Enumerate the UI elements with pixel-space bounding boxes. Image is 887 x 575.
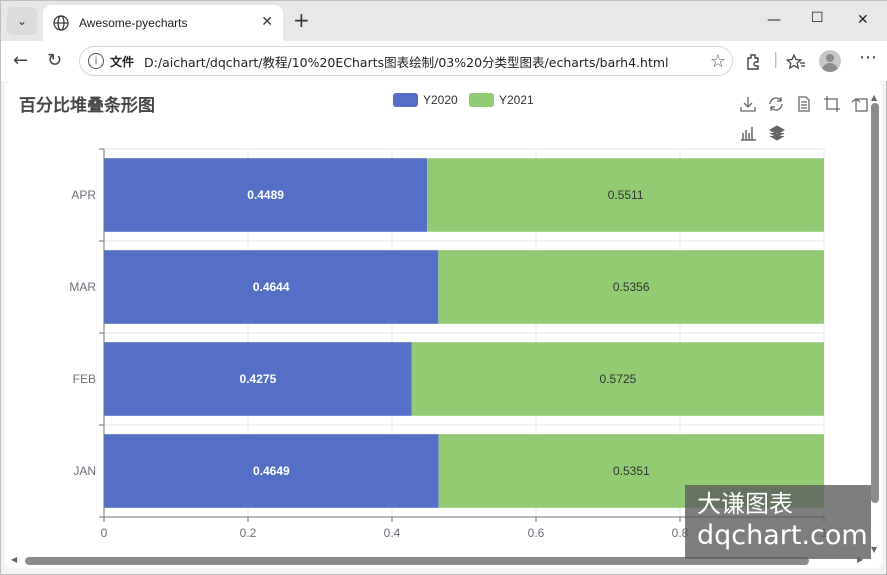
globe-icon bbox=[53, 15, 69, 31]
y-tick-label: APR bbox=[71, 188, 96, 202]
watermark-line2: dqchart.com bbox=[697, 520, 868, 551]
close-tab-icon[interactable]: ✕ bbox=[261, 14, 273, 30]
bar-value-label: 0.5351 bbox=[613, 464, 650, 478]
bar-value-label: 0.5725 bbox=[600, 372, 637, 386]
bar-value-label: 0.4275 bbox=[240, 372, 277, 386]
bar-value-label: 0.4489 bbox=[247, 188, 284, 202]
y-tick-label: MAR bbox=[69, 280, 96, 294]
watermark: 大谦图表 dqchart.com bbox=[685, 485, 871, 559]
y-tick-label: FEB bbox=[73, 372, 96, 386]
bar-value-label: 0.5511 bbox=[608, 188, 644, 202]
browser-tab[interactable]: Awesome-pyecharts ✕ bbox=[43, 5, 283, 41]
file-label: 文件 bbox=[110, 54, 135, 69]
bar-value-label: 0.4644 bbox=[253, 280, 290, 294]
info-icon[interactable]: i bbox=[88, 53, 104, 69]
y-tick-label: JAN bbox=[73, 464, 96, 478]
more-options-icon[interactable]: ⋯ bbox=[859, 47, 877, 68]
chevron-down-icon: ⌄ bbox=[16, 14, 28, 28]
back-icon[interactable]: ← bbox=[13, 51, 28, 71]
extensions-icon[interactable] bbox=[745, 53, 763, 71]
close-window-icon[interactable]: ✕ bbox=[857, 12, 869, 28]
scroll-down-icon[interactable]: ▼ bbox=[871, 545, 877, 554]
new-tab-button[interactable]: + bbox=[293, 10, 310, 30]
favorites-icon[interactable] bbox=[786, 53, 806, 71]
vertical-scroll-thumb[interactable] bbox=[871, 103, 879, 503]
x-tick-label: 0.2 bbox=[240, 526, 257, 540]
bar-value-label: 0.4649 bbox=[253, 464, 290, 478]
x-tick-label: 0.6 bbox=[528, 526, 545, 540]
url-text[interactable]: D:/aichart/dqchart/教程/10%20ECharts图表绘制/0… bbox=[144, 52, 668, 71]
reload-icon[interactable]: ↻ bbox=[47, 51, 62, 71]
page-content: 百分比堆叠条形图 Y2020 Y2021 00.2 0.4 0.6 0.8 0.… bbox=[5, 81, 882, 568]
scroll-up-icon[interactable]: ▲ bbox=[871, 93, 877, 102]
maximize-icon[interactable]: ☐ bbox=[811, 10, 824, 26]
address-bar[interactable]: i 文件 D:/aichart/dqchart/教程/10%20ECharts图… bbox=[79, 46, 733, 76]
tab-actions-button[interactable]: ⌄ bbox=[7, 7, 37, 35]
bar-value-label: 0.5356 bbox=[613, 280, 650, 294]
x-tick-label: 0.4 bbox=[384, 526, 401, 540]
x-tick-label: 0 bbox=[101, 526, 108, 540]
scroll-left-icon[interactable]: ◀ bbox=[11, 555, 17, 564]
title-bar: ⌄ Awesome-pyecharts ✕ + — ☐ ✕ bbox=[1, 1, 887, 41]
address-toolbar: ← ↻ i 文件 D:/aichart/dqchart/教程/10%20ECha… bbox=[1, 41, 887, 81]
tab-title: Awesome-pyecharts bbox=[79, 16, 188, 30]
browser-window: ⌄ Awesome-pyecharts ✕ + — ☐ ✕ ← ↻ i 文件 D… bbox=[0, 0, 887, 575]
profile-avatar[interactable] bbox=[819, 50, 841, 72]
watermark-line1: 大谦图表 bbox=[697, 490, 793, 518]
minimize-icon[interactable]: — bbox=[767, 12, 781, 28]
favorite-star-icon[interactable]: ☆ bbox=[710, 51, 726, 72]
toolbar-divider: | bbox=[773, 49, 779, 68]
